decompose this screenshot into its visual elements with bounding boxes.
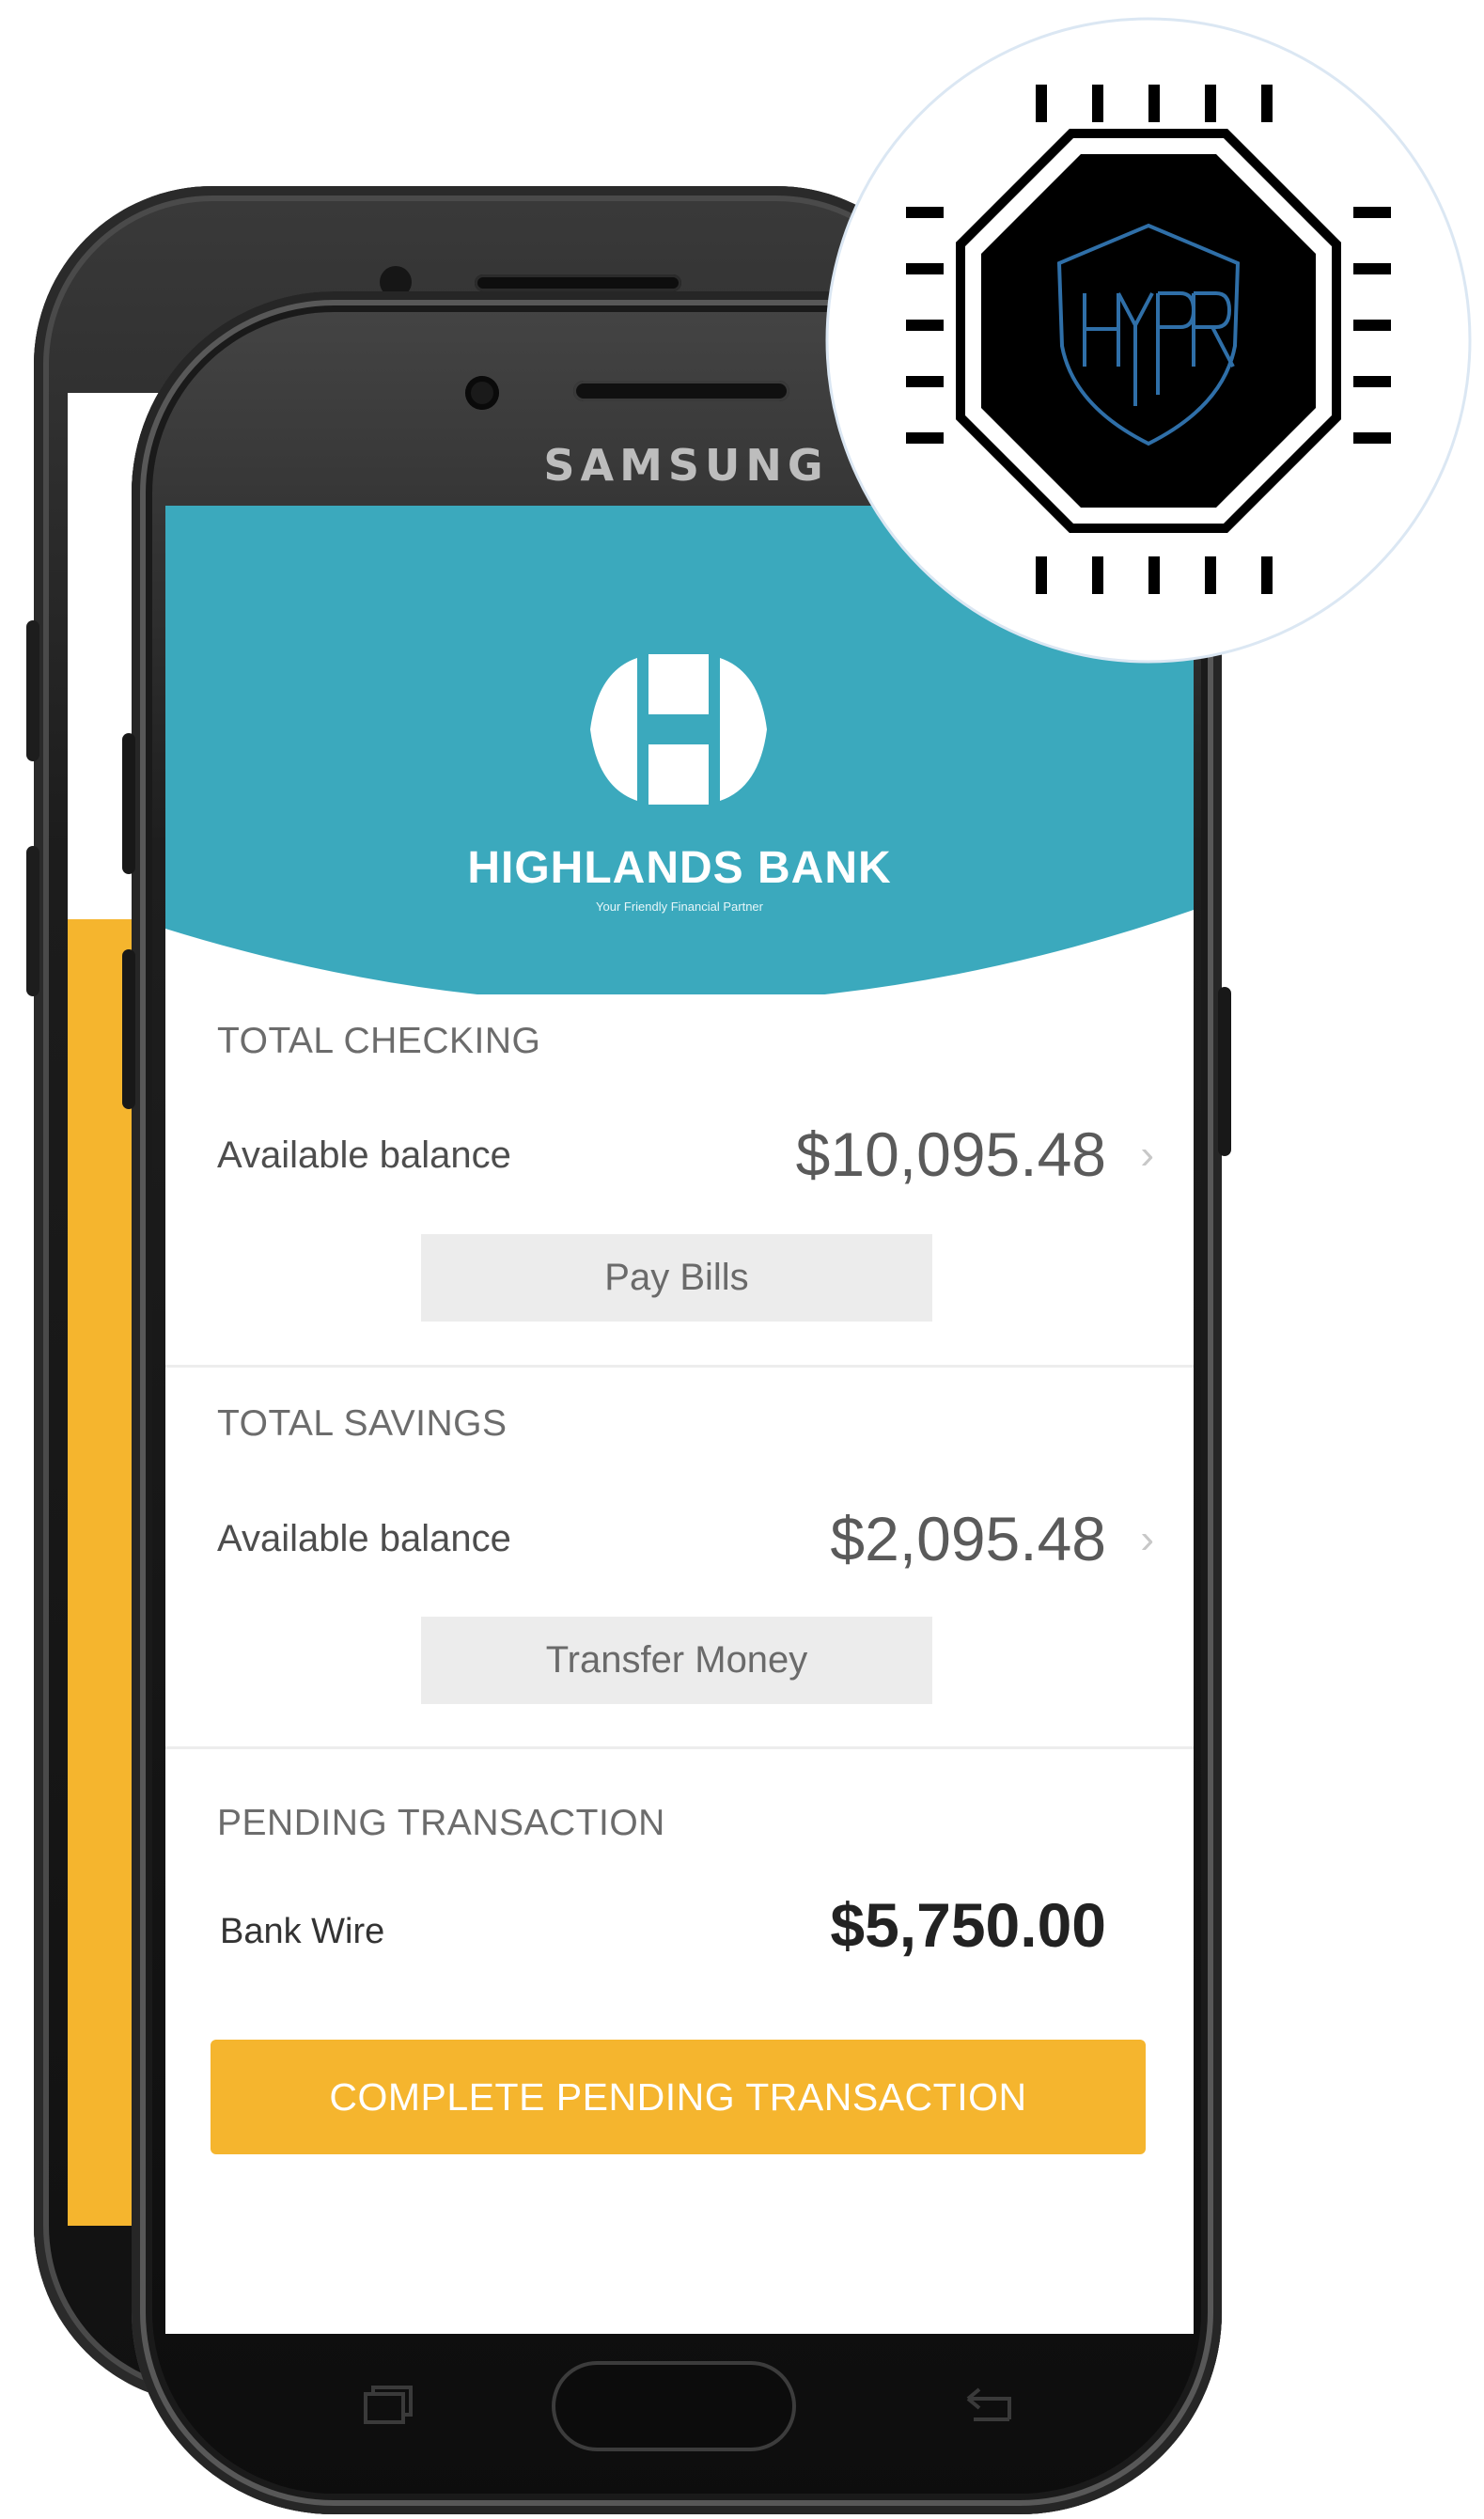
chevron-right-icon[interactable]: › [1140,1516,1154,1563]
savings-section-title: TOTAL SAVINGS [217,1403,508,1444]
section-divider [165,1365,1194,1368]
bank-wire-label: Bank Wire [220,1912,385,1951]
back-phone-volume-button [26,620,39,761]
back-phone-volume-button [26,846,39,996]
front-phone-power-button [1218,987,1231,1156]
savings-balance-amount: $2,095.48 [830,1504,1106,1573]
complete-pending-transaction-button[interactable]: COMPLETE PENDING TRANSACTION [211,2040,1146,2154]
savings-balance-label: Available balance [217,1518,511,1559]
front-camera [465,376,499,410]
app-screen: HIGHLANDS BANK Your Friendly Financial P… [165,506,1194,2334]
front-phone-volume-button [122,733,135,874]
recent-apps-icon[interactable] [360,2383,416,2430]
checking-section-title: TOTAL CHECKING [217,1021,541,1061]
checking-balance-amount: $10,095.48 [795,1119,1106,1189]
pending-amount: $5,750.00 [830,1890,1106,1960]
home-button[interactable] [550,2359,798,2453]
back-icon[interactable] [957,2386,1017,2427]
bank-name: HIGHLANDS BANK [467,843,892,893]
bank-tagline: Your Friendly Financial Partner [596,900,763,914]
earpiece-speaker [573,381,789,401]
transfer-money-button[interactable]: Transfer Money [421,1617,932,1704]
back-phone-speaker [475,274,681,291]
chevron-right-icon[interactable]: › [1140,1132,1154,1179]
section-divider [165,1746,1194,1749]
bank-logo-icon [590,654,767,805]
pending-section-title: PENDING TRANSACTION [217,1803,665,1843]
pay-bills-button[interactable]: Pay Bills [421,1234,932,1322]
front-phone-volume-button [122,949,135,1109]
checking-balance-label: Available balance [217,1134,511,1176]
hypr-chip-icon [825,17,1472,664]
